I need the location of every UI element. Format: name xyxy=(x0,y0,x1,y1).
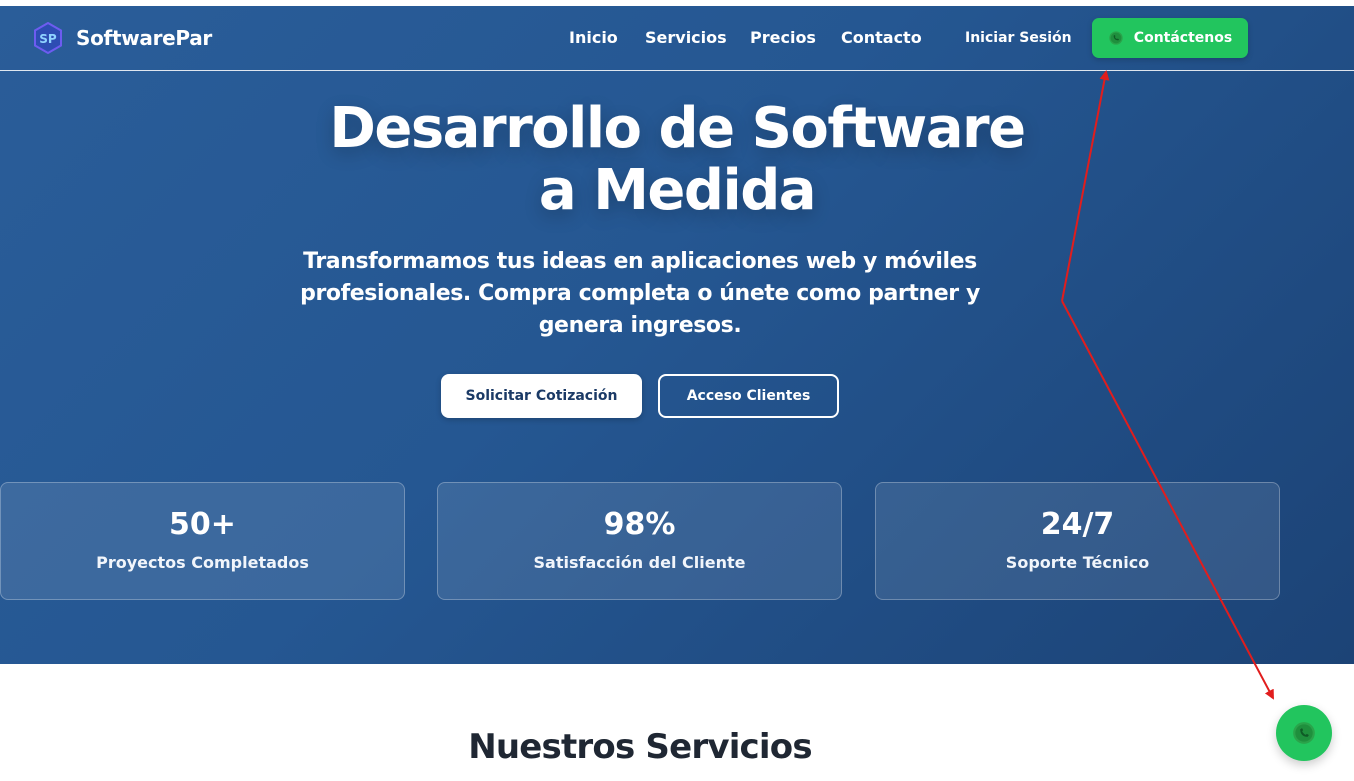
hero-subtitle-line2: profesionales. Compra completa o únete c… xyxy=(300,281,980,306)
nav-link-contacto[interactable]: Contacto xyxy=(841,28,922,47)
stat-value: 98% xyxy=(603,507,676,542)
brand-name: SoftwarePar xyxy=(76,26,212,50)
services-section-title: Nuestros Servicios xyxy=(468,727,812,767)
contact-button-label: Contáctenos xyxy=(1133,30,1233,46)
stat-value: 24/7 xyxy=(1040,507,1115,542)
hero-subtitle-line1: Transformamos tus ideas en aplicaciones … xyxy=(303,249,977,274)
stat-card-support: 24/7 Soporte Técnico xyxy=(875,482,1280,600)
brand[interactable]: SP SoftwarePar xyxy=(32,22,212,54)
whatsapp-floating-button[interactable] xyxy=(1276,705,1332,761)
login-link[interactable]: Iniciar Sesión xyxy=(965,30,1072,46)
logo-text: SP xyxy=(39,32,57,46)
nav-link-precios[interactable]: Precios xyxy=(750,28,816,47)
navbar: SP SoftwarePar Inicio Servicios Precios … xyxy=(0,6,1354,71)
hero-subtitle-line3: genera ingresos. xyxy=(538,313,742,338)
hero-title: Desarrollo de Software a Medida xyxy=(177,98,1177,222)
stat-card-projects: 50+ Proyectos Completados xyxy=(0,482,405,600)
stat-value: 50+ xyxy=(169,507,236,542)
stat-label: Satisfacción del Cliente xyxy=(533,553,746,572)
hero-title-line1: Desarrollo de Software xyxy=(329,96,1026,161)
contact-button[interactable]: Contáctenos xyxy=(1092,18,1248,58)
hero-subtitle: Transformamos tus ideas en aplicaciones … xyxy=(260,246,1020,342)
nav-link-servicios[interactable]: Servicios xyxy=(645,28,727,47)
request-quote-button[interactable]: Solicitar Cotización xyxy=(441,374,642,418)
whatsapp-icon xyxy=(1293,722,1315,744)
client-access-button[interactable]: Acceso Clientes xyxy=(658,374,839,418)
whatsapp-icon xyxy=(1109,31,1123,45)
stat-label: Proyectos Completados xyxy=(96,553,309,572)
stat-label: Soporte Técnico xyxy=(1005,553,1150,572)
nav-link-inicio[interactable]: Inicio xyxy=(569,28,618,47)
stat-card-satisfaction: 98% Satisfacción del Cliente xyxy=(437,482,842,600)
hero-title-line2: a Medida xyxy=(538,158,817,223)
softwarepar-logo-icon: SP xyxy=(34,22,62,54)
